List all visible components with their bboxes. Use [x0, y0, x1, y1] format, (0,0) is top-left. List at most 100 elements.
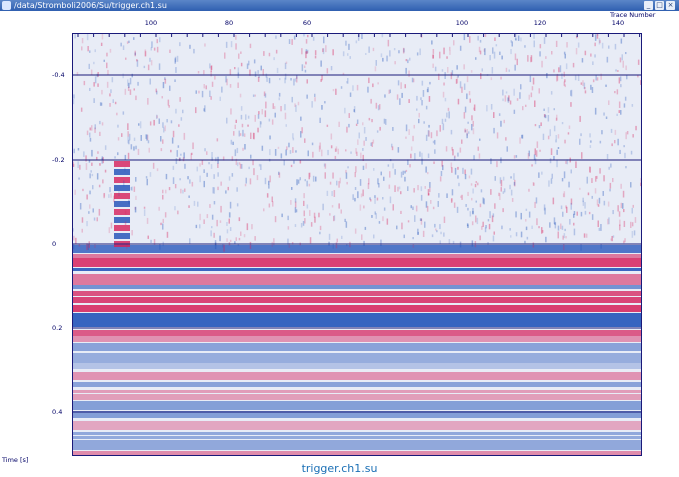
- noise-speck: [356, 151, 358, 156]
- noise-speck: [583, 233, 586, 238]
- noise-speck: [563, 81, 566, 86]
- noise-speck: [217, 163, 219, 168]
- noise-speck: [121, 133, 123, 137]
- noise-speck: [493, 127, 495, 134]
- noise-speck: [400, 210, 402, 214]
- noise-speck: [487, 219, 490, 222]
- noise-speck: [442, 91, 445, 98]
- noise-speck: [303, 65, 306, 68]
- minimize-icon[interactable]: _: [644, 1, 653, 10]
- noise-speck: [625, 65, 627, 71]
- noise-speck: [91, 149, 93, 157]
- noise-speck: [556, 160, 558, 168]
- noise-speck: [481, 68, 483, 72]
- noise-speck: [374, 66, 377, 72]
- noise-speck: [258, 163, 261, 167]
- noise-speck: [164, 125, 166, 132]
- noise-speck: [409, 57, 411, 61]
- noise-speck: [359, 204, 362, 211]
- noise-speck: [204, 148, 206, 152]
- noise-speck: [439, 176, 442, 182]
- noise-speck: [558, 67, 560, 73]
- noise-speck: [161, 96, 163, 99]
- trace-band: [72, 297, 642, 303]
- noise-speck: [326, 124, 329, 127]
- noise-speck: [620, 183, 622, 189]
- noise-speck: [525, 208, 528, 211]
- noise-speck: [598, 197, 601, 204]
- noise-speck: [321, 149, 323, 157]
- noise-speck: [420, 194, 423, 201]
- noise-speck: [350, 151, 352, 154]
- noise-speck: [281, 213, 283, 218]
- noise-speck: [330, 66, 333, 71]
- noise-speck: [210, 65, 212, 72]
- seismic-section[interactable]: [72, 33, 642, 456]
- noise-speck: [336, 238, 338, 243]
- noise-speck: [430, 200, 432, 204]
- noise-speck: [605, 84, 607, 87]
- noise-speck: [595, 75, 597, 81]
- noise-speck: [98, 184, 101, 188]
- noise-speck: [363, 240, 365, 246]
- noise-speck: [448, 111, 450, 119]
- noise-speck: [217, 186, 219, 191]
- noise-speck: [127, 136, 129, 144]
- noise-speck: [146, 178, 148, 186]
- noise-speck: [501, 225, 503, 230]
- noise-speck: [386, 218, 389, 225]
- noise-speck: [444, 72, 446, 79]
- noise-speck: [260, 65, 262, 71]
- noise-speck: [85, 163, 88, 170]
- noise-speck: [206, 151, 208, 155]
- noise-speck: [302, 221, 305, 226]
- noise-speck: [382, 57, 384, 62]
- noise-speck: [535, 150, 538, 157]
- noise-speck: [475, 181, 477, 184]
- noise-speck: [236, 162, 239, 167]
- noise-speck: [92, 208, 94, 213]
- noise-speck: [175, 158, 178, 164]
- noise-speck: [388, 184, 391, 189]
- noise-speck: [587, 192, 590, 196]
- noise-speck: [147, 235, 149, 239]
- noise-speck: [77, 148, 80, 151]
- noise-speck: [542, 133, 545, 140]
- close-icon[interactable]: ×: [666, 1, 675, 10]
- noise-speck: [434, 66, 437, 72]
- noise-speck: [520, 212, 522, 220]
- noise-speck: [568, 125, 571, 129]
- noise-speck: [633, 230, 636, 236]
- noise-speck: [468, 175, 471, 179]
- noise-speck: [94, 76, 97, 84]
- noise-speck: [502, 176, 505, 181]
- noise-speck: [304, 179, 306, 182]
- noise-speck: [164, 78, 167, 84]
- noise-speck: [521, 134, 523, 139]
- noise-speck: [500, 76, 502, 80]
- noise-speck: [338, 121, 340, 127]
- noise-speck: [490, 189, 492, 195]
- noise-speck: [591, 87, 594, 93]
- noise-speck: [389, 50, 391, 57]
- maximize-icon[interactable]: □: [655, 1, 664, 10]
- noise-speck: [238, 53, 240, 59]
- noise-speck: [210, 230, 212, 237]
- noise-speck: [617, 205, 619, 212]
- noise-speck: [459, 81, 462, 89]
- noise-speck: [591, 195, 593, 199]
- noise-speck: [319, 142, 321, 150]
- noise-speck: [394, 185, 396, 192]
- noise-speck: [315, 176, 317, 182]
- noise-speck: [493, 231, 495, 235]
- noise-speck: [429, 81, 431, 85]
- noise-speck: [368, 117, 371, 121]
- noise-speck: [293, 35, 296, 40]
- noise-speck: [165, 189, 167, 194]
- noise-speck: [623, 209, 625, 213]
- noise-speck: [380, 53, 383, 58]
- noise-speck: [520, 84, 522, 90]
- noise-speck: [239, 133, 242, 136]
- noise-speck: [86, 194, 88, 200]
- noise-speck: [268, 203, 271, 208]
